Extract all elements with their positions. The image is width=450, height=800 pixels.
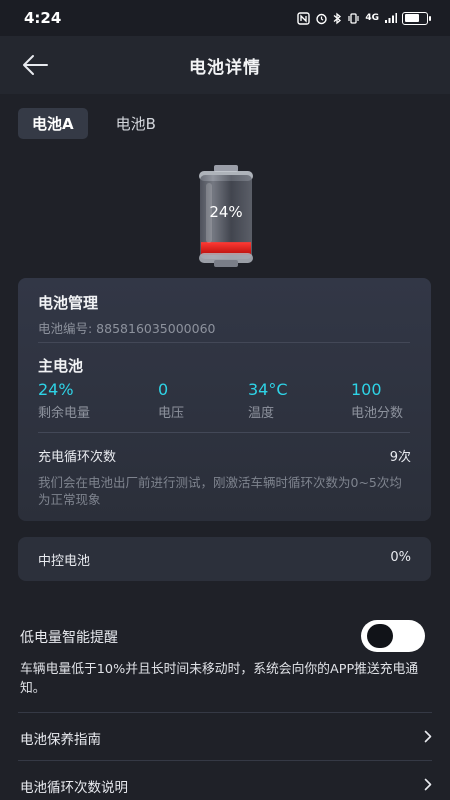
tab-battery-b[interactable]: 电池B — [102, 108, 170, 139]
stat-value: 0 — [158, 380, 169, 399]
stat-remaining: 24% 剩余电量 — [38, 380, 90, 421]
main-battery-title: 主电池 — [38, 357, 84, 375]
central-battery-value: 0% — [390, 550, 411, 565]
stat-label: 温度 — [248, 406, 275, 421]
stat-value: 24% — [38, 380, 74, 399]
arrow-left-icon — [23, 55, 48, 75]
status-battery-icon — [402, 11, 431, 25]
stat-label: 电压 — [158, 406, 185, 421]
stat-value: 100 — [351, 380, 382, 399]
menu-item-label: 电池保养指南 — [20, 732, 101, 748]
menu-item-maintenance-guide[interactable]: 电池保养指南 — [18, 712, 432, 760]
stat-label: 剩余电量 — [38, 406, 91, 421]
stat-temperature: 34°C 温度 — [248, 380, 288, 421]
status-bar: 4:24 4G — [0, 0, 450, 36]
bluetooth-icon — [333, 12, 342, 24]
battery-tabs: 电池A 电池B — [18, 108, 170, 139]
stat-label: 电池分数 — [351, 406, 404, 421]
nfc-icon — [297, 11, 311, 25]
battery-serial: 电池编号: 885816035000060 — [38, 321, 216, 336]
status-icons: 4G — [297, 11, 431, 25]
stat-score: 100 电池分数 — [351, 380, 403, 421]
battery-management-card: 电池管理 电池编号: 885816035000060 主电池 24% 剩余电量 … — [18, 278, 431, 521]
central-battery-label: 中控电池 — [38, 554, 91, 569]
tab-battery-a[interactable]: 电池A — [18, 108, 88, 139]
app-header: 电池详情 — [0, 36, 450, 94]
chevron-right-icon — [424, 778, 432, 791]
low-battery-alert-description: 车辆电量低于10%并且长时间未移动时，系统会向你的APP推送充电通知。 — [20, 662, 419, 696]
menu-item-cycle-explanation[interactable]: 电池循环次数说明 — [18, 760, 432, 800]
central-battery-card: 中控电池 0% — [18, 537, 431, 581]
low-battery-alert-toggle[interactable] — [361, 620, 425, 652]
network-type: 4G — [365, 13, 379, 23]
cycle-count-label: 充电循环次数 — [38, 450, 117, 465]
cycle-count-value: 9次 — [389, 450, 411, 465]
chevron-right-icon — [424, 730, 432, 743]
toggle-knob — [367, 624, 393, 648]
stat-voltage: 0 电压 — [158, 380, 184, 421]
divider — [38, 432, 410, 433]
menu-item-label: 电池循环次数说明 — [20, 780, 128, 796]
page-title: 电池详情 — [189, 57, 261, 78]
signal-icon — [385, 13, 397, 23]
battery-percent-label: 24% — [209, 203, 243, 221]
status-time: 4:24 — [24, 9, 62, 27]
cycle-count-note: 我们会在电池出厂前进行测试，刚激活车辆时循环次数为0~5次均为正常现象 — [38, 475, 402, 507]
low-battery-alert-label: 低电量智能提醒 — [20, 630, 118, 646]
back-button[interactable] — [20, 52, 50, 78]
vibrate-icon — [348, 12, 359, 24]
alarm-icon — [316, 13, 328, 24]
card-title: 电池管理 — [38, 294, 99, 312]
divider — [38, 342, 410, 343]
stat-value: 34°C — [248, 380, 288, 399]
